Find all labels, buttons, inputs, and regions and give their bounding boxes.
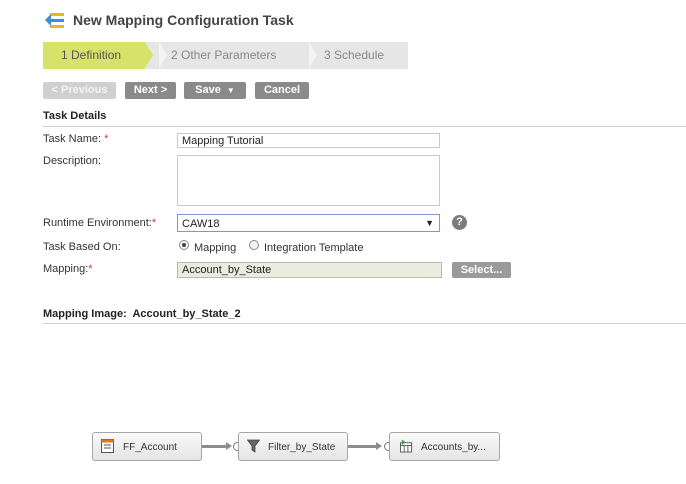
save-button[interactable]: Save ▼ [184, 82, 246, 99]
flat-file-source-icon [101, 439, 114, 453]
node-label: Accounts_by... [421, 442, 486, 453]
mapping-radio[interactable] [179, 240, 189, 250]
node-label: Filter_by_State [268, 442, 336, 453]
divider [43, 126, 686, 127]
wizard-steps: 1 Definition 2 Other Parameters 3 Schedu… [43, 42, 408, 69]
page-title: New Mapping Configuration Task [73, 12, 294, 28]
step-separator [159, 42, 167, 68]
step-other-parameters[interactable]: 2 Other Parameters [171, 42, 276, 69]
runtime-environment-value: CAW18 [182, 218, 220, 230]
connector-line [202, 445, 228, 448]
connector-arrow [376, 442, 382, 450]
mapping-field: Account_by_State [177, 262, 442, 278]
cancel-button[interactable]: Cancel [255, 82, 309, 99]
mapping-node-source[interactable]: FF_Account [92, 432, 202, 461]
target-table-icon [400, 439, 413, 453]
node-label: FF_Account [123, 442, 177, 453]
select-mapping-button[interactable]: Select... [452, 262, 511, 278]
description-label: Description: [43, 155, 102, 167]
next-button[interactable]: Next > [125, 82, 176, 99]
save-button-label: Save [195, 84, 221, 96]
task-name-input[interactable]: Mapping Tutorial [177, 133, 440, 148]
mapping-label: Mapping:* [43, 263, 93, 275]
mapping-radio-label: Mapping [194, 242, 237, 254]
task-name-label: Task Name: * [43, 133, 109, 145]
integration-template-radio[interactable] [249, 240, 259, 250]
runtime-environment-label: Runtime Environment:* [43, 217, 157, 229]
connector-arrow [226, 442, 232, 450]
connector-line [348, 445, 378, 448]
task-details-heading: Task Details [43, 110, 107, 122]
description-textarea[interactable] [177, 155, 440, 206]
mapping-node-filter[interactable]: Filter_by_State [238, 432, 348, 461]
filter-icon [247, 439, 260, 453]
step-schedule[interactable]: 3 Schedule [324, 42, 384, 69]
step-separator [309, 42, 317, 68]
task-based-on-label: Task Based On: [43, 241, 121, 253]
help-icon[interactable]: ? [452, 215, 467, 230]
mapping-task-icon [45, 13, 64, 28]
chevron-down-icon: ▼ [226, 86, 235, 95]
divider [43, 323, 686, 324]
mapping-node-target[interactable]: Accounts_by... [389, 432, 500, 461]
previous-button[interactable]: < Previous [43, 82, 116, 99]
mapping-image-heading: Mapping Image: Account_by_State_2 [43, 308, 241, 320]
dropdown-arrow-icon: ▼ [425, 218, 434, 228]
integration-template-radio-label: Integration Template [264, 242, 364, 254]
step-definition[interactable]: 1 Definition [43, 42, 153, 69]
runtime-environment-select[interactable]: CAW18 ▼ [177, 214, 440, 232]
